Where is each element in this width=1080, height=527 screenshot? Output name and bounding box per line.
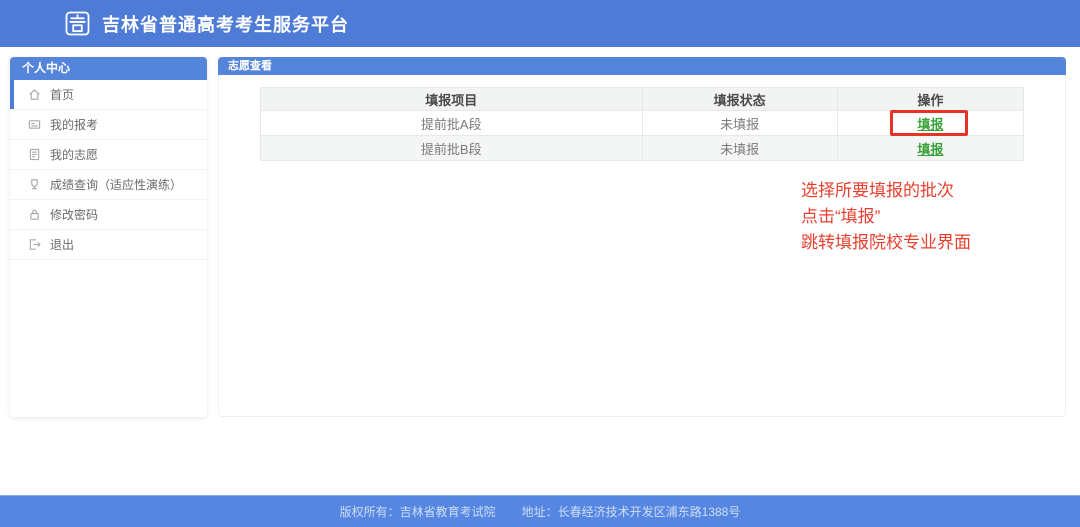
- page-body: 个人中心 首页 我的报考 我的志愿: [0, 47, 1080, 495]
- sidebar-item-my-preferences[interactable]: 我的志愿: [10, 140, 207, 170]
- annotation-line: 点击“填报”: [801, 204, 971, 230]
- logout-icon: [28, 238, 41, 251]
- table-row: 提前批B段 未填报 填报: [261, 136, 1024, 161]
- page-footer: 版权所有：吉林省教育考试院 地址：长春经济技术开发区浦东路1388号: [0, 495, 1080, 527]
- sidebar: 个人中心 首页 我的报考 我的志愿: [10, 57, 207, 417]
- sidebar-menu: 首页 我的报考 我的志愿 成绩查询（适应性演练）: [10, 80, 207, 260]
- platform-logo-icon: [64, 10, 91, 37]
- address-text: 地址：长春经济技术开发区浦东路1388号: [522, 503, 741, 520]
- panel-title: 志愿查看: [218, 57, 1066, 75]
- annotation-line: 跳转填报院校专业界面: [801, 230, 971, 256]
- action-cell: 填报: [837, 111, 1023, 136]
- sidebar-item-logout[interactable]: 退出: [10, 230, 207, 260]
- batch-name-cell: 提前批A段: [261, 111, 643, 136]
- sidebar-item-label: 首页: [50, 86, 74, 103]
- column-header-status: 填报状态: [642, 88, 837, 111]
- sidebar-item-label: 我的志愿: [50, 146, 98, 163]
- column-header-project: 填报项目: [261, 88, 643, 111]
- sidebar-item-label: 退出: [50, 236, 74, 253]
- table-header-row: 填报项目 填报状态 操作: [261, 88, 1024, 111]
- copyright-text: 版权所有：吉林省教育考试院: [340, 503, 496, 520]
- wishlist-document-icon: [28, 148, 41, 161]
- annotation-line: 选择所要填报的批次: [801, 178, 971, 204]
- lock-icon: [28, 208, 41, 221]
- top-header: 吉林省普通高考考生服务平台: [0, 0, 1080, 47]
- sidebar-item-label: 我的报考: [50, 116, 98, 133]
- sidebar-item-score-query[interactable]: 成绩查询（适应性演练）: [10, 170, 207, 200]
- instruction-annotation: 选择所要填报的批次 点击“填报” 跳转填报院校专业界面: [801, 178, 971, 256]
- sidebar-item-change-password[interactable]: 修改密码: [10, 200, 207, 230]
- fill-in-link[interactable]: 填报: [917, 117, 943, 132]
- preference-table: 填报项目 填报状态 操作 提前批A段 未填报 填报 提前批B段 未填报: [260, 87, 1024, 161]
- score-query-icon: [28, 178, 41, 191]
- sidebar-item-my-application[interactable]: 我的报考: [10, 110, 207, 140]
- status-cell: 未填报: [642, 136, 837, 161]
- page-title: 吉林省普通高考考生服务平台: [102, 11, 349, 37]
- sidebar-title: 个人中心: [10, 57, 207, 80]
- status-cell: 未填报: [642, 111, 837, 136]
- action-cell: 填报: [837, 136, 1023, 161]
- content-panel: 志愿查看 填报项目 填报状态 操作 提前批A段 未填报 填报: [218, 57, 1066, 417]
- home-icon: [28, 88, 41, 101]
- sidebar-item-home[interactable]: 首页: [10, 80, 207, 110]
- sidebar-item-label: 成绩查询（适应性演练）: [50, 176, 182, 193]
- sidebar-item-label: 修改密码: [50, 206, 98, 223]
- report-card-icon: [28, 118, 41, 131]
- column-header-action: 操作: [837, 88, 1023, 111]
- batch-name-cell: 提前批B段: [261, 136, 643, 161]
- table-row: 提前批A段 未填报 填报: [261, 111, 1024, 136]
- fill-in-link[interactable]: 填报: [917, 142, 943, 157]
